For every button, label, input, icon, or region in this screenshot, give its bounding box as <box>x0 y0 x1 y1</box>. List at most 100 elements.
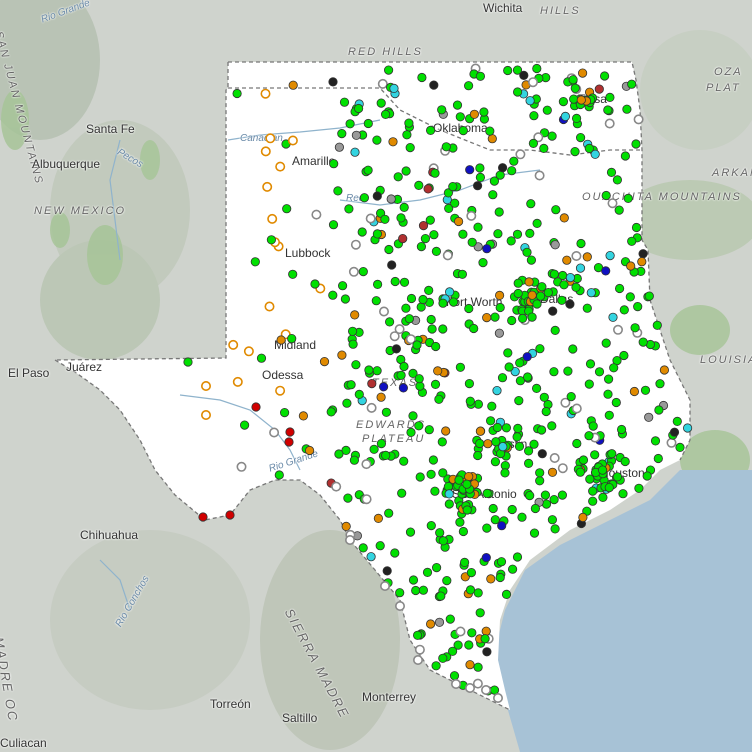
gauge-marker[interactable] <box>382 566 392 576</box>
gauge-marker[interactable] <box>458 126 468 136</box>
gauge-marker[interactable] <box>606 167 617 177</box>
gauge-marker[interactable] <box>431 341 441 352</box>
gauge-marker[interactable] <box>357 227 367 237</box>
gauge-marker[interactable] <box>380 109 391 120</box>
gauge-marker[interactable] <box>627 79 637 89</box>
gauge-marker[interactable] <box>354 389 364 399</box>
gauge-marker[interactable] <box>547 467 558 477</box>
gauge-marker[interactable] <box>351 360 361 370</box>
gauge-marker[interactable] <box>481 552 491 563</box>
gauge-marker[interactable] <box>584 431 594 441</box>
gauge-marker[interactable] <box>507 166 517 176</box>
gauge-marker[interactable] <box>575 133 586 143</box>
gauge-marker[interactable] <box>634 483 644 493</box>
gauge-marker[interactable] <box>430 379 441 389</box>
gauge-marker[interactable] <box>384 317 395 327</box>
gauge-marker[interactable] <box>531 383 542 393</box>
gauge-marker[interactable] <box>376 438 386 449</box>
gauge-marker[interactable] <box>424 285 434 295</box>
gauge-marker[interactable] <box>535 468 545 478</box>
gauge-marker[interactable] <box>406 293 417 304</box>
gauge-marker[interactable] <box>485 126 495 136</box>
gauge-marker[interactable] <box>372 135 382 145</box>
gauge-marker[interactable] <box>304 445 315 456</box>
gauge-marker[interactable] <box>265 133 276 144</box>
gauge-marker[interactable] <box>532 218 542 228</box>
gauge-marker[interactable] <box>653 453 663 464</box>
gauge-marker[interactable] <box>425 619 436 629</box>
gauge-marker[interactable] <box>530 503 541 514</box>
gauge-marker[interactable] <box>529 528 540 538</box>
gauge-marker[interactable] <box>522 247 532 257</box>
gauge-marker[interactable] <box>420 234 430 244</box>
gauge-marker[interactable] <box>513 288 523 299</box>
gauge-marker[interactable] <box>418 585 428 595</box>
gauge-marker[interactable] <box>399 277 410 287</box>
gauge-marker[interactable] <box>523 446 534 456</box>
gauge-marker[interactable] <box>438 298 448 308</box>
gauge-marker[interactable] <box>557 295 567 305</box>
gauge-marker[interactable] <box>267 213 278 224</box>
gauge-marker[interactable] <box>341 521 351 532</box>
gauge-marker[interactable] <box>408 411 418 421</box>
gauge-marker[interactable] <box>638 249 648 259</box>
gauge-marker[interactable] <box>558 97 569 107</box>
gauge-marker[interactable] <box>346 380 356 390</box>
gauge-marker[interactable] <box>337 281 348 291</box>
gauge-marker[interactable] <box>328 77 338 87</box>
gauge-marker[interactable] <box>525 96 535 106</box>
gauge-marker[interactable] <box>198 512 208 522</box>
gauge-marker[interactable] <box>532 299 542 309</box>
gauge-marker[interactable] <box>515 149 526 160</box>
gauge-marker[interactable] <box>339 97 350 107</box>
gauge-marker[interactable] <box>337 129 347 139</box>
gauge-marker[interactable] <box>394 600 405 611</box>
gauge-marker[interactable] <box>389 83 399 94</box>
gauge-marker[interactable] <box>490 312 500 322</box>
gauge-marker[interactable] <box>441 142 451 152</box>
gauge-marker[interactable] <box>397 488 407 498</box>
gauge-marker[interactable] <box>522 352 532 362</box>
gauge-marker[interactable] <box>425 215 435 225</box>
gauge-marker[interactable] <box>457 269 467 279</box>
gauge-marker[interactable] <box>493 229 503 239</box>
gauge-marker[interactable] <box>507 315 517 326</box>
gauge-marker[interactable] <box>618 489 628 499</box>
gauge-marker[interactable] <box>550 240 560 250</box>
gauge-marker[interactable] <box>570 147 580 157</box>
gauge-marker[interactable] <box>366 402 377 413</box>
gauge-marker[interactable] <box>390 548 400 558</box>
gauge-marker[interactable] <box>517 512 527 522</box>
gauge-marker[interactable] <box>260 88 271 99</box>
gauge-marker[interactable] <box>588 496 598 506</box>
gauge-marker[interactable] <box>331 481 342 492</box>
gauge-marker[interactable] <box>462 479 472 489</box>
gauge-marker[interactable] <box>549 367 559 377</box>
gauge-marker[interactable] <box>490 515 500 525</box>
gauge-marker[interactable] <box>623 193 633 203</box>
gauge-marker[interactable] <box>559 280 569 290</box>
gauge-marker[interactable] <box>532 63 542 74</box>
gauge-marker[interactable] <box>637 257 647 267</box>
gauge-marker[interactable] <box>388 137 398 147</box>
gauge-marker[interactable] <box>376 98 386 108</box>
gauge-marker[interactable] <box>514 395 524 406</box>
gauge-marker[interactable] <box>503 65 513 76</box>
gauge-marker[interactable] <box>438 653 448 663</box>
gauge-marker[interactable] <box>540 490 551 500</box>
gauge-marker[interactable] <box>405 143 415 153</box>
gauge-marker[interactable] <box>557 463 568 474</box>
gauge-marker[interactable] <box>444 499 454 509</box>
gauge-marker[interactable] <box>464 682 475 693</box>
gauge-marker[interactable] <box>405 527 416 537</box>
gauge-marker[interactable] <box>539 143 549 153</box>
gauge-marker[interactable] <box>275 161 286 172</box>
gauge-marker[interactable] <box>417 72 427 83</box>
gauge-marker[interactable] <box>183 357 193 367</box>
gauge-marker[interactable] <box>488 190 498 200</box>
gauge-marker[interactable] <box>571 251 582 262</box>
gauge-marker[interactable] <box>526 199 536 209</box>
gauge-marker[interactable] <box>464 303 474 314</box>
gauge-marker[interactable] <box>666 437 677 448</box>
gauge-marker[interactable] <box>578 512 588 523</box>
